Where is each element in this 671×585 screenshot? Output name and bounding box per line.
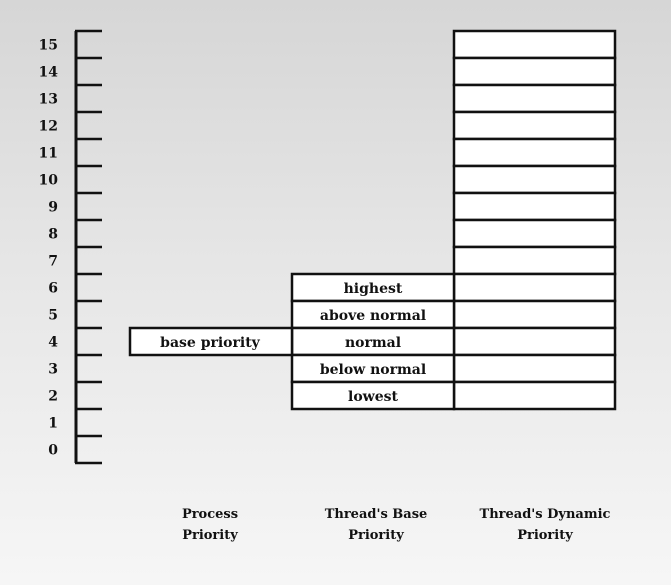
scale-label: 13 <box>39 92 58 108</box>
caption-thread-base-line2: Priority <box>348 528 404 543</box>
caption-process-line1: Process <box>182 507 238 522</box>
caption-process-line2: Priority <box>182 528 238 543</box>
priority-scale: 0123456789101112131415 <box>39 29 102 465</box>
scale-label: 7 <box>48 254 58 270</box>
scale-label: 1 <box>48 416 58 432</box>
process-priority-label: base priority <box>160 335 261 351</box>
base-priority-label: normal <box>345 335 401 351</box>
dynamic-priority-cell <box>452 326 617 357</box>
base-priority-row: highest <box>290 272 456 303</box>
dynamic-priority-cell <box>452 191 617 222</box>
dynamic-priority-cell <box>452 353 617 384</box>
dynamic-priority-cell <box>452 218 617 249</box>
base-priority-row: normal <box>290 326 456 357</box>
dynamic-priority-cell <box>452 137 617 168</box>
scale-label: 12 <box>39 119 58 135</box>
dynamic-priority-cell <box>452 272 617 303</box>
base-priority-row: lowest <box>290 380 456 411</box>
scale-label: 11 <box>39 146 58 162</box>
priority-diagram: 0123456789101112131415 highestabove norm… <box>39 29 617 543</box>
scale-label: 10 <box>39 173 59 189</box>
dynamic-priority-cell <box>452 164 617 195</box>
scale-label: 8 <box>48 227 58 243</box>
base-priority-label: below normal <box>320 362 426 378</box>
base-priority-label: highest <box>344 281 403 297</box>
base-priority-row: below normal <box>290 353 456 384</box>
base-priority-label: lowest <box>348 389 398 405</box>
process-priority-column: base priority <box>128 326 294 357</box>
dynamic-priority-cell <box>452 245 617 276</box>
dynamic-priority-cell <box>452 29 617 60</box>
scale-label: 2 <box>48 389 58 405</box>
caption-thread-dynamic-line2: Priority <box>517 528 573 543</box>
dynamic-priority-cell <box>452 380 617 411</box>
scale-label: 4 <box>48 335 58 351</box>
base-priority-label: above normal <box>320 308 426 324</box>
dynamic-priority-cell <box>452 299 617 330</box>
thread-base-priority-column: highest above normal normal below normal low… <box>290 272 456 411</box>
scale-label: 0 <box>48 443 58 459</box>
scale-label: 15 <box>39 38 58 54</box>
dynamic-priority-cell <box>452 56 617 87</box>
caption-thread-base-line1: Thread's Base <box>325 507 428 522</box>
scale-label: 3 <box>48 362 58 378</box>
dynamic-priority-cell <box>452 83 617 114</box>
dynamic-priority-cell <box>452 110 617 141</box>
thread-dynamic-priority-column <box>452 29 617 411</box>
caption-thread-dynamic-line1: Thread's Dynamic <box>480 507 611 522</box>
captions: Process Priority Thread's Base Priority … <box>182 507 611 543</box>
scale-label: 9 <box>48 200 58 216</box>
scale-label: 14 <box>39 65 59 81</box>
base-priority-row: above normal <box>290 299 456 330</box>
scale-label: 5 <box>48 308 58 324</box>
scale-label: 6 <box>48 281 58 297</box>
